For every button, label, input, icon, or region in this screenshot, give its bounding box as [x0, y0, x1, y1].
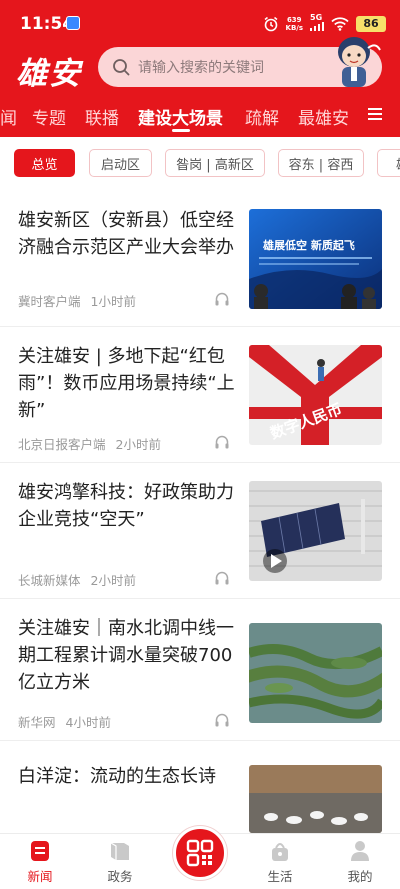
tab-broadcast[interactable]: 联播 — [85, 104, 119, 129]
news-meta: 北京日报客户端 2小时前 — [18, 434, 161, 453]
app-logo[interactable]: 雄安 — [16, 48, 82, 93]
news-title: 关注雄安｜南水北调中线一期工程累计调水量突破700亿立方米 — [18, 618, 234, 693]
news-source: 新华网 — [18, 715, 56, 730]
tab-construction-scene[interactable]: 建设大场景 — [138, 104, 223, 129]
news-item[interactable]: 关注雄安｜南水北调中线一期工程累计调水量突破700亿立方米 新华网 4小时前 — [0, 599, 400, 741]
signal-5g: 5G — [310, 14, 324, 33]
news-item[interactable]: 雄安新区（安新县）低空经济融合示范区产业大会举办 冀时客户端 1小时前 雄展低空 … — [0, 191, 400, 327]
tab-most-xiongan[interactable]: 最雄安 — [298, 104, 349, 129]
nav-government-label: 政务 — [107, 869, 133, 884]
news-thumbnail — [249, 623, 382, 723]
news-title: 关注雄安 | 多地下起“红包雨”！数币应用场景持续“上新” — [18, 346, 235, 421]
chip-rongdong-rongxi[interactable]: 容东 | 容西 — [278, 149, 364, 177]
news-meta: 长城新媒体 2小时前 — [18, 570, 136, 589]
channel-tabs: 闻 专题 联播 建设大场景 疏解 最雄安 — [0, 96, 400, 137]
solar-drone-video-image — [249, 481, 382, 581]
nav-profile[interactable]: 我的 — [330, 838, 390, 885]
headphone-icon[interactable] — [214, 434, 230, 450]
headphone-icon[interactable] — [214, 570, 230, 586]
nav-life[interactable]: 生活 — [250, 838, 310, 885]
news-meta: 新华网 4小时前 — [18, 712, 111, 731]
news-title: 雄安新区（安新县）低空经济融合示范区产业大会举办 — [18, 210, 234, 258]
news-time: 4小时前 — [65, 715, 111, 730]
nav-government[interactable]: 政务 — [90, 838, 150, 885]
chip-xiong-partial[interactable]: 雄 — [377, 149, 400, 177]
headphone-icon[interactable] — [214, 712, 230, 728]
app-header: 11:54 639 KB/s 5G 86 雄安 请输入搜索的关键词 闻 专题 联… — [0, 0, 400, 137]
signal-bars-icon — [310, 22, 324, 31]
region-filter-chips: 总览 启动区 昝岗 | 高新区 容东 | 容西 雄 — [0, 137, 400, 191]
active-tab-indicator — [172, 129, 190, 132]
baiyangdian-birds-image — [249, 765, 382, 833]
news-source: 北京日报客户端 — [18, 437, 106, 452]
tab-news[interactable]: 闻 — [0, 104, 17, 129]
news-source: 冀时客户端 — [18, 294, 81, 309]
channel-menu-icon[interactable] — [368, 107, 382, 121]
chip-startup-zone[interactable]: 启动区 — [89, 149, 152, 177]
chip-overview[interactable]: 总览 — [14, 149, 75, 177]
news-thumbnail: 雄展低空 新质起飞 — [249, 209, 382, 309]
nav-news[interactable]: 新闻 — [10, 838, 70, 885]
news-thumbnail — [249, 765, 382, 833]
news-time: 2小时前 — [115, 437, 161, 452]
alarm-icon — [264, 16, 277, 31]
news-item[interactable]: 白洋淀：流动的生态长诗 — [0, 741, 400, 833]
news-item[interactable]: 关注雄安 | 多地下起“红包雨”！数币应用场景持续“上新” 北京日报客户端 2小时… — [0, 327, 400, 463]
nav-news-label: 新闻 — [27, 869, 53, 884]
news-title: 白洋淀：流动的生态长诗 — [18, 766, 216, 787]
news-thumbnail — [249, 481, 382, 581]
tab-relief[interactable]: 疏解 — [245, 104, 279, 129]
profile-icon — [351, 841, 369, 861]
tab-topics[interactable]: 专题 — [32, 104, 66, 129]
mascot-character-icon[interactable] — [326, 30, 382, 92]
nav-life-label: 生活 — [267, 869, 293, 884]
search-placeholder: 请输入搜索的关键词 — [138, 60, 264, 76]
digital-rmb-image: 数字人民币 — [249, 345, 382, 445]
government-book-icon — [110, 842, 129, 860]
qr-scan-button[interactable] — [173, 826, 227, 880]
notification-app-icon — [66, 16, 80, 30]
qr-code-icon — [186, 839, 214, 867]
nav-profile-label: 我的 — [347, 869, 373, 884]
news-source: 长城新媒体 — [18, 573, 81, 588]
chip-zangang-hitech[interactable]: 昝岗 | 高新区 — [165, 149, 265, 177]
network-speed: 639 KB/s — [285, 15, 303, 32]
news-icon — [31, 841, 49, 861]
search-icon — [113, 59, 130, 76]
news-thumbnail: 数字人民币 — [249, 345, 382, 445]
headphone-icon[interactable] — [214, 291, 230, 307]
news-item[interactable]: 雄安鸿擎科技：好政策助力企业竞技“空天” 长城新媒体 2小时前 — [0, 463, 400, 599]
news-time: 2小时前 — [90, 573, 136, 588]
news-meta: 冀时客户端 1小时前 — [18, 291, 136, 310]
thumb-slogan: 雄展低空 新质起飞 — [262, 238, 355, 252]
wifi-icon — [331, 17, 349, 31]
conference-image: 雄展低空 新质起飞 — [249, 209, 382, 309]
wetland-aerial-image — [249, 623, 382, 723]
news-title: 雄安鸿擎科技：好政策助力企业竞技“空天” — [18, 482, 234, 530]
news-time: 1小时前 — [90, 294, 136, 309]
life-icon — [272, 843, 288, 861]
